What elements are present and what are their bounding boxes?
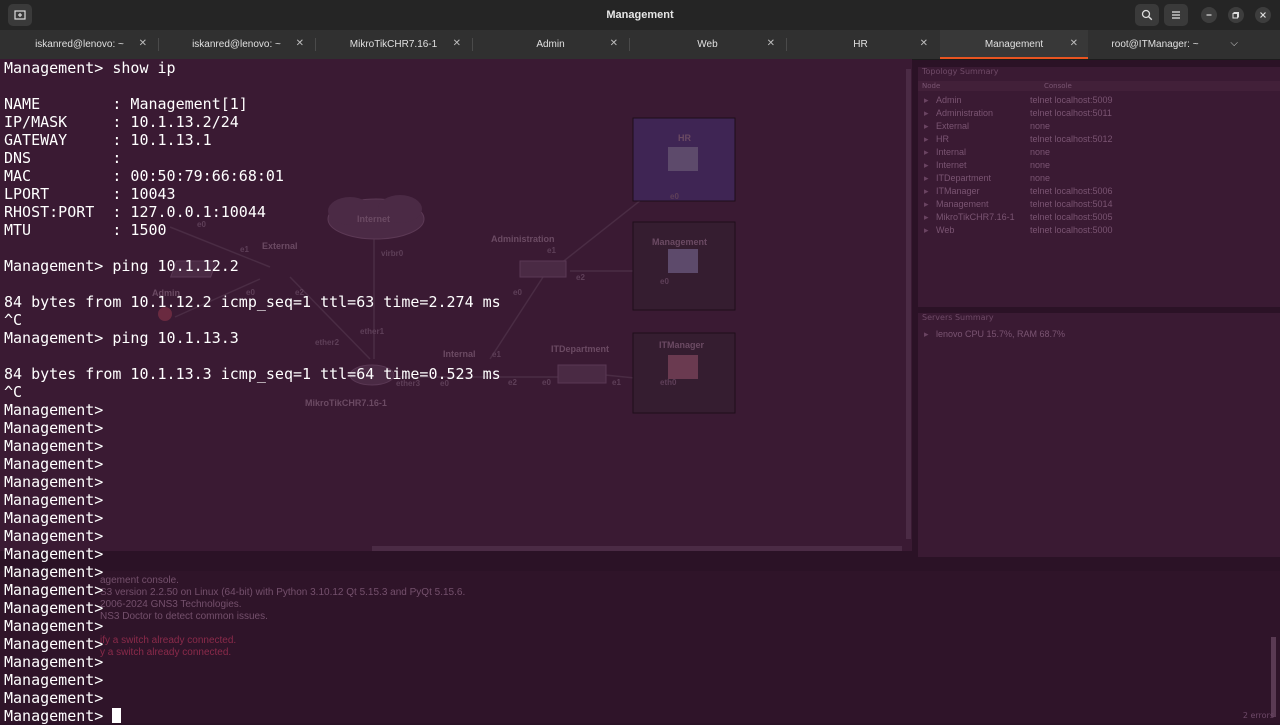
tab-label: root@ITManager: ~ xyxy=(1111,39,1199,50)
tab-label: Management xyxy=(984,39,1044,50)
terminal-line: Management> xyxy=(4,707,1274,725)
tab-terminal-1[interactable]: iskanred@lenovo: ~ ✕ xyxy=(2,30,157,59)
tab-management[interactable]: Management ✕ xyxy=(940,30,1088,59)
new-tab-icon xyxy=(14,10,26,20)
minimize-icon xyxy=(1206,14,1212,16)
tab-label: Admin xyxy=(536,39,565,50)
terminal-line: Management> ping 10.1.13.3 xyxy=(4,329,239,347)
minimize-button[interactable] xyxy=(1201,7,1217,23)
terminal-line: Management> xyxy=(4,599,104,617)
terminal-line: GATEWAY : 10.1.13.1 xyxy=(4,131,212,149)
close-icon xyxy=(1260,12,1266,18)
terminal-line: IP/MASK : 10.1.13.2/24 xyxy=(4,113,239,131)
terminal-line: ^C xyxy=(4,311,23,329)
tab-mikrotik[interactable]: MikroTikCHR7.16-1 ✕ xyxy=(316,30,471,59)
terminal-line: Management> xyxy=(4,653,104,671)
tab-close-icon[interactable]: ✕ xyxy=(767,38,775,49)
terminal-line: MAC : 00:50:79:66:68:01 xyxy=(4,167,284,185)
terminal-line: Management> xyxy=(4,473,104,491)
terminal-output[interactable]: Management> show ip NAME : Management[1] I… xyxy=(4,59,1274,725)
tab-close-icon[interactable]: ✕ xyxy=(610,38,618,49)
terminal-line: Management> xyxy=(4,419,104,437)
tab-admin[interactable]: Admin ✕ xyxy=(473,30,628,59)
terminal-line: Management> xyxy=(4,635,104,653)
terminal-line: ^C xyxy=(4,383,23,401)
terminal-line: Management> xyxy=(4,689,104,707)
terminal-line: MTU : 1500 xyxy=(4,221,167,239)
tab-label: HR xyxy=(853,39,868,50)
terminal-line: Management> xyxy=(4,509,104,527)
maximize-button[interactable] xyxy=(1228,7,1244,23)
tab-close-icon[interactable]: ✕ xyxy=(296,38,304,49)
terminal-line: 84 bytes from 10.1.13.3 icmp_seq=1 ttl=6… xyxy=(4,365,501,383)
tab-label: Web xyxy=(697,39,718,50)
tab-web[interactable]: Web ✕ xyxy=(630,30,785,59)
tab-close-icon[interactable]: ✕ xyxy=(139,38,147,49)
terminal-line: Management> xyxy=(4,527,104,545)
new-tab-button[interactable] xyxy=(8,4,32,26)
title-bar: Management xyxy=(0,0,1280,30)
terminal-line: Management> xyxy=(4,545,104,563)
terminal-line: Management> xyxy=(4,491,104,509)
terminal-line: 84 bytes from 10.1.12.2 icmp_seq=1 ttl=6… xyxy=(4,293,501,311)
tab-close-icon[interactable]: ✕ xyxy=(453,38,461,49)
tab-list-chevron-down-icon[interactable]: ⌵ xyxy=(1230,38,1238,49)
restore-icon xyxy=(1232,12,1239,19)
terminal-line: Management> xyxy=(4,671,104,689)
menu-button[interactable] xyxy=(1164,4,1188,26)
tab-close-icon[interactable]: ✕ xyxy=(920,38,928,49)
terminal-line: DNS : xyxy=(4,149,122,167)
terminal-line: Management> xyxy=(4,581,104,599)
terminal-line: Management> xyxy=(4,563,104,581)
tab-bar: iskanred@lenovo: ~ ✕ iskanred@lenovo: ~ … xyxy=(0,30,1280,60)
terminal-line: LPORT : 10043 xyxy=(4,185,176,203)
tab-hr[interactable]: HR ✕ xyxy=(783,30,938,59)
terminal-line: Management> show ip xyxy=(4,59,176,77)
terminal-line: Management> xyxy=(4,617,104,635)
terminal-line: Management> xyxy=(4,401,104,419)
tab-close-icon[interactable]: ✕ xyxy=(1070,38,1078,49)
terminal-line: Management> xyxy=(4,437,104,455)
hamburger-icon xyxy=(1172,11,1180,19)
tab-label: MikroTikCHR7.16-1 xyxy=(349,39,438,50)
tab-label: iskanred@lenovo: ~ xyxy=(192,39,281,50)
terminal-line: Management> ping 10.1.12.2 xyxy=(4,257,239,275)
search-icon xyxy=(1141,9,1153,21)
terminal-line: RHOST:PORT : 127.0.0.1:10044 xyxy=(4,203,266,221)
tab-itmanager[interactable]: root@ITManager: ~ xyxy=(1090,30,1220,59)
tab-label: iskanred@lenovo: ~ xyxy=(35,39,124,50)
terminal-cursor xyxy=(112,708,122,723)
close-button[interactable] xyxy=(1255,7,1271,23)
window-title: Management xyxy=(606,9,674,21)
terminal-line: NAME : Management[1] xyxy=(4,95,248,113)
terminal-line: Management> xyxy=(4,455,104,473)
search-button[interactable] xyxy=(1135,4,1159,26)
tab-terminal-2[interactable]: iskanred@lenovo: ~ ✕ xyxy=(159,30,314,59)
